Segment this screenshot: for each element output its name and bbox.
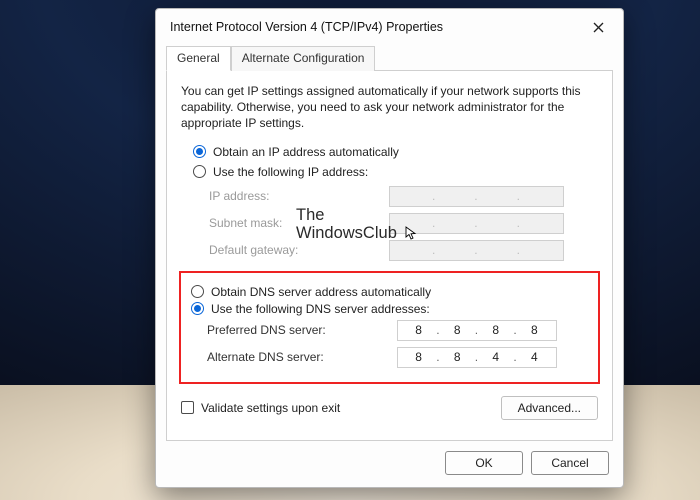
- cancel-button[interactable]: Cancel: [531, 451, 609, 475]
- ip-address-label: IP address:: [209, 189, 389, 203]
- radio-label: Obtain an IP address automatically: [213, 145, 399, 159]
- radio-icon: [193, 145, 206, 158]
- general-pane: You can get IP settings assigned automat…: [166, 70, 613, 441]
- intro-text: You can get IP settings assigned automat…: [181, 83, 598, 132]
- tab-alternate-configuration[interactable]: Alternate Configuration: [231, 46, 376, 71]
- ok-button[interactable]: OK: [445, 451, 523, 475]
- radio-ip-manual[interactable]: Use the following IP address:: [193, 165, 598, 179]
- checkbox-icon: [181, 401, 194, 414]
- radio-label: Use the following DNS server addresses:: [211, 302, 430, 316]
- dialog-footer: OK Cancel: [156, 441, 623, 487]
- close-button[interactable]: [581, 15, 615, 39]
- radio-dns-auto[interactable]: Obtain DNS server address automatically: [191, 285, 588, 299]
- dns-highlight-box: Obtain DNS server address automatically …: [179, 271, 600, 384]
- radio-ip-auto[interactable]: Obtain an IP address automatically: [193, 145, 598, 159]
- subnet-mask-label: Subnet mask:: [209, 216, 389, 230]
- radio-icon: [191, 302, 204, 315]
- default-gateway-label: Default gateway:: [209, 243, 389, 257]
- alternate-dns-label: Alternate DNS server:: [207, 350, 397, 364]
- validate-checkbox[interactable]: Validate settings upon exit: [181, 401, 340, 415]
- advanced-row: Validate settings upon exit Advanced...: [181, 396, 598, 420]
- subnet-mask-input: ...: [389, 213, 564, 234]
- radio-dns-manual[interactable]: Use the following DNS server addresses:: [191, 302, 588, 316]
- ipv4-properties-dialog: Internet Protocol Version 4 (TCP/IPv4) P…: [155, 8, 624, 488]
- radio-label: Obtain DNS server address automatically: [211, 285, 431, 299]
- tab-strip: General Alternate Configuration: [156, 45, 623, 70]
- tab-general[interactable]: General: [166, 46, 231, 71]
- advanced-button[interactable]: Advanced...: [501, 396, 598, 420]
- dns-fields: Preferred DNS server: 8. 8. 8. 8 Alterna…: [207, 320, 588, 368]
- preferred-dns-label: Preferred DNS server:: [207, 323, 397, 337]
- radio-label: Use the following IP address:: [213, 165, 368, 179]
- default-gateway-input: ...: [389, 240, 564, 261]
- ip-address-input: ...: [389, 186, 564, 207]
- ip-fields: IP address: ... Subnet mask: ... Default…: [209, 186, 598, 261]
- preferred-dns-input[interactable]: 8. 8. 8. 8: [397, 320, 557, 341]
- radio-icon: [191, 285, 204, 298]
- alternate-dns-input[interactable]: 8. 8. 4. 4: [397, 347, 557, 368]
- radio-icon: [193, 165, 206, 178]
- window-title: Internet Protocol Version 4 (TCP/IPv4) P…: [170, 20, 581, 34]
- checkbox-label: Validate settings upon exit: [201, 401, 340, 415]
- close-icon: [593, 22, 604, 33]
- titlebar: Internet Protocol Version 4 (TCP/IPv4) P…: [156, 9, 623, 43]
